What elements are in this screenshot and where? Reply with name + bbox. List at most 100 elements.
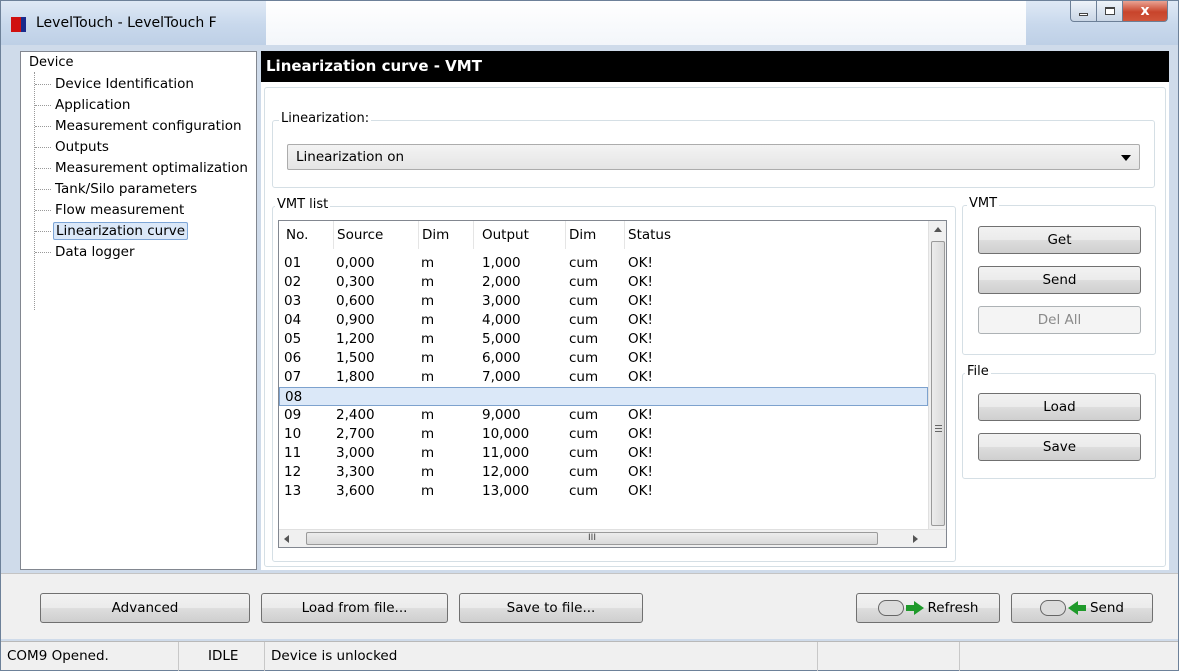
send-button[interactable]: Send: [1011, 593, 1153, 623]
cell-no: 02: [284, 274, 302, 290]
vmt-table-header: No. Source Dim Output Dim Status: [279, 221, 928, 249]
tree-item-outputs[interactable]: Outputs: [35, 138, 111, 156]
advanced-button[interactable]: Advanced: [40, 593, 250, 623]
scroll-right-icon[interactable]: [913, 535, 918, 543]
linearization-select-value: Linearization on: [296, 149, 405, 165]
table-row[interactable]: 12 3,300 m 12,000 cum OK!: [279, 463, 928, 482]
dropdown-arrow-icon[interactable]: [1121, 155, 1131, 161]
cell-output: 6,000: [482, 350, 521, 366]
cell-output: 4,000: [482, 312, 521, 328]
table-row[interactable]: 09 2,400 m 9,000 cum OK!: [279, 406, 928, 425]
cell-status: OK!: [628, 483, 653, 499]
horizontal-scrollbar[interactable]: III: [279, 529, 946, 547]
cell-source: 0,300: [336, 274, 375, 290]
cell-output: 3,000: [482, 293, 521, 309]
cell-dim-2: cum: [569, 350, 599, 366]
cell-dim: m: [421, 293, 435, 309]
column-header-output[interactable]: Output: [480, 221, 566, 249]
column-header-source[interactable]: Source: [335, 221, 419, 249]
table-row[interactable]: 07 1,800 m 7,000 cum OK!: [279, 368, 928, 387]
tree-item-tank-silo-parameters[interactable]: Tank/Silo parameters: [35, 180, 199, 198]
get-button[interactable]: Get: [978, 226, 1141, 254]
load-from-file-button[interactable]: Load from file...: [261, 593, 448, 623]
load-button[interactable]: Load: [978, 393, 1141, 421]
table-row[interactable]: 01 0,000 m 1,000 cum OK!: [279, 254, 928, 273]
scroll-up-icon[interactable]: [934, 227, 942, 232]
table-row[interactable]: 05 1,200 m 5,000 cum OK!: [279, 330, 928, 349]
table-row[interactable]: 03 0,600 m 3,000 cum OK!: [279, 292, 928, 311]
tree-item-label: Tank/Silo parameters: [55, 181, 198, 197]
send-label: Send: [1089, 600, 1124, 616]
table-row[interactable]: 13 3,600 m 13,000 cum OK!: [279, 482, 928, 501]
close-button[interactable]: x: [1123, 1, 1168, 22]
title-bar[interactable]: LevelTouch - LevelTouch F x: [1, 1, 1178, 45]
vmt-table[interactable]: No. Source Dim Output Dim Status 01 0,000…: [278, 220, 947, 548]
cell-output: 2,000: [482, 274, 521, 290]
cell-dim-2: cum: [569, 445, 599, 461]
cell-source: 0,900: [336, 312, 375, 328]
tree-item-data-logger[interactable]: Data logger: [35, 243, 137, 261]
horizontal-scroll-thumb[interactable]: III: [306, 532, 878, 545]
column-header-status[interactable]: Status: [626, 221, 928, 249]
column-header-dim-2[interactable]: Dim: [567, 221, 625, 249]
tree-item-label: Data logger: [55, 244, 135, 260]
scroll-left-icon[interactable]: [284, 535, 289, 543]
cell-dim-2: cum: [569, 312, 599, 328]
cell-no: 07: [284, 369, 302, 385]
tree-item-label: Flow measurement: [55, 202, 185, 218]
cell-output: 11,000: [482, 445, 530, 461]
tree-item-label: Measurement optimalization: [55, 160, 248, 176]
tree-item-label: Outputs: [55, 139, 109, 155]
refresh-button[interactable]: Refresh: [856, 593, 1000, 623]
cell-status: OK!: [628, 331, 653, 347]
table-row[interactable]: 08: [279, 387, 928, 406]
maximize-button[interactable]: [1097, 1, 1123, 22]
grip-icon: [935, 425, 942, 432]
cell-source: 0,000: [336, 255, 375, 271]
cell-output: 12,000: [482, 464, 530, 480]
cell-dim: m: [421, 369, 435, 385]
file-group: File: [962, 364, 1156, 479]
save-button[interactable]: Save: [978, 433, 1141, 461]
tree-item-application[interactable]: Application: [35, 96, 132, 114]
table-row[interactable]: 04 0,900 m 4,000 cum OK!: [279, 311, 928, 330]
tree-item-measurement-configuration[interactable]: Measurement configuration: [35, 117, 244, 135]
tree-item-linearization-curve[interactable]: Linearization curve: [35, 222, 189, 240]
vertical-scroll-thumb[interactable]: [931, 241, 945, 526]
cell-dim-2: cum: [569, 426, 599, 442]
cell-dim-2: cum: [569, 255, 599, 271]
title-bar-blank: [266, 1, 1026, 45]
tree-item-device-identification[interactable]: Device Identification: [35, 75, 196, 93]
arrow-right-stem: [905, 605, 914, 611]
tree-item-flow-measurement[interactable]: Flow measurement: [35, 201, 186, 219]
cloud-icon: [1039, 600, 1066, 616]
tree-item-label: Application: [55, 97, 131, 113]
page-title: Linearization curve - VMT: [261, 51, 1169, 82]
save-to-file-button[interactable]: Save to file...: [459, 593, 643, 623]
tree-item-measurement-optimalization[interactable]: Measurement optimalization: [35, 159, 250, 177]
tree-root-device[interactable]: Device: [29, 55, 73, 70]
table-row[interactable]: 06 1,500 m 6,000 cum OK!: [279, 349, 928, 368]
column-header-no[interactable]: No.: [284, 221, 334, 249]
table-row[interactable]: 10 2,700 m 10,000 cum OK!: [279, 425, 928, 444]
cell-source: 0,600: [336, 293, 375, 309]
cell-no: 10: [284, 426, 302, 442]
minimize-icon: [1079, 12, 1088, 16]
cell-output: 1,000: [482, 255, 521, 271]
del-all-button[interactable]: Del All: [978, 306, 1141, 334]
linearization-select[interactable]: Linearization on: [287, 144, 1140, 170]
column-header-dim[interactable]: Dim: [420, 221, 474, 249]
cloud-icon: [877, 600, 904, 616]
arrow-left-icon: [1067, 601, 1078, 615]
cell-dim: m: [421, 407, 435, 423]
vertical-scrollbar[interactable]: [928, 221, 946, 529]
cell-source: 3,300: [336, 464, 375, 480]
send-vmt-button[interactable]: Send: [978, 266, 1141, 294]
arrow-right-icon: [913, 601, 924, 615]
cell-no: 06: [284, 350, 302, 366]
device-tree[interactable]: Device Device Identification Application…: [20, 51, 257, 570]
cell-dim: m: [421, 445, 435, 461]
table-row[interactable]: 11 3,000 m 11,000 cum OK!: [279, 444, 928, 463]
minimize-button[interactable]: [1070, 1, 1097, 22]
table-row[interactable]: 02 0,300 m 2,000 cum OK!: [279, 273, 928, 292]
